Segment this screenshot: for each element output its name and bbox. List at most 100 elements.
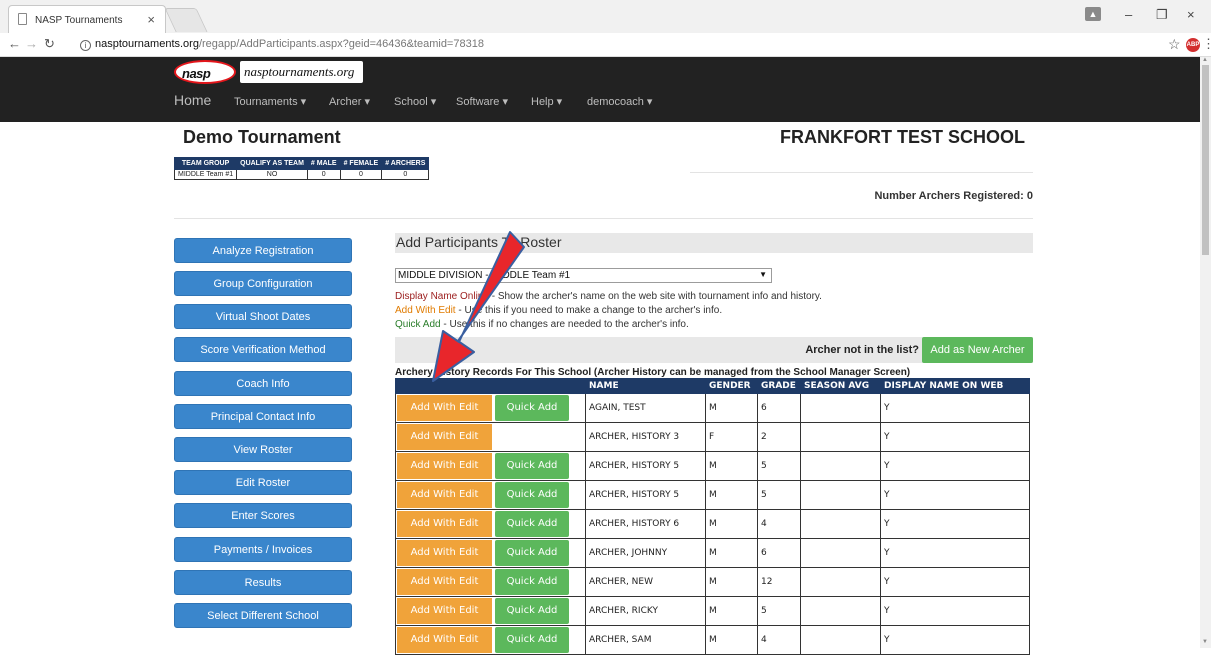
- nav-user[interactable]: democoach ▾: [587, 95, 652, 108]
- window-close-button[interactable]: ×: [1187, 7, 1195, 22]
- archer-display-name: Y: [880, 422, 1030, 452]
- col-header-actions: [395, 378, 586, 394]
- browser-menu-icon[interactable]: ⋮: [1202, 36, 1211, 52]
- table-row: Add With Edit Quick Add ARCHER, JOHNNY M 6 Y: [395, 538, 1030, 568]
- archer-name: ARCHER, HISTORY 5: [585, 451, 706, 481]
- quick-add-button[interactable]: Quick Add: [495, 569, 569, 595]
- archer-display-name: Y: [880, 567, 1030, 597]
- add-with-edit-button[interactable]: Add With Edit: [397, 482, 492, 508]
- table-row: Add With Edit Quick Add ARCHER, NEW M 12 Y: [395, 567, 1030, 597]
- archer-season-avg: [800, 451, 881, 481]
- nav-help[interactable]: Help ▾: [531, 95, 562, 108]
- archer-name: ARCHER, HISTORY 5: [585, 480, 706, 510]
- nav-software[interactable]: Software ▾: [456, 95, 508, 108]
- quick-add-button[interactable]: Quick Add: [495, 453, 569, 479]
- legend-quick-key: Quick Add: [395, 319, 441, 330]
- virtual-shoot-dates-button[interactable]: Virtual Shoot Dates: [174, 304, 352, 329]
- row-actions: Add With Edit Quick Add: [395, 480, 586, 510]
- select-different-school-button[interactable]: Select Different School: [174, 603, 352, 628]
- profile-icon[interactable]: ▲: [1085, 7, 1101, 21]
- address-bar[interactable]: i nasptournaments.org/regapp/AddParticipa…: [80, 35, 1155, 54]
- bookmark-star-icon[interactable]: ☆: [1168, 36, 1181, 53]
- add-with-edit-button[interactable]: Add With Edit: [397, 627, 492, 653]
- archer-season-avg: [800, 596, 881, 626]
- nav-tournaments[interactable]: Tournaments ▾: [234, 95, 306, 108]
- quick-add-button[interactable]: Quick Add: [495, 598, 569, 624]
- site-logo[interactable]: nasp nasptournaments.org: [174, 60, 364, 84]
- reload-icon[interactable]: ↻: [44, 36, 55, 52]
- add-with-edit-button[interactable]: Add With Edit: [397, 395, 492, 421]
- archer-grade: 6: [757, 393, 801, 423]
- archer-not-in-list-label: Archer not in the list?: [805, 344, 919, 356]
- new-tab-button[interactable]: [164, 8, 208, 32]
- add-with-edit-button[interactable]: Add With Edit: [397, 569, 492, 595]
- view-roster-button[interactable]: View Roster: [174, 437, 352, 462]
- add-with-edit-button[interactable]: Add With Edit: [397, 598, 492, 624]
- archer-grade: 2: [757, 422, 801, 452]
- scroll-up-icon[interactable]: ▲: [1202, 57, 1208, 63]
- group-configuration-button[interactable]: Group Configuration: [174, 271, 352, 296]
- archer-display-name: Y: [880, 509, 1030, 539]
- archer-name: ARCHER, HISTORY 6: [585, 509, 706, 539]
- archer-season-avg: [800, 509, 881, 539]
- edit-roster-button[interactable]: Edit Roster: [174, 470, 352, 495]
- coach-info-button[interactable]: Coach Info: [174, 371, 352, 396]
- info-icon[interactable]: i: [80, 40, 91, 51]
- row-actions: Add With Edit Quick Add: [395, 509, 586, 539]
- row-actions: Add With Edit Quick Add: [395, 451, 586, 481]
- table-row: Add With Edit Quick Add ARCHER, RICKY M 5 Y: [395, 596, 1030, 626]
- archers-registered-count: Number Archers Registered: 0: [874, 190, 1033, 202]
- payments-invoices-button[interactable]: Payments / Invoices: [174, 537, 352, 562]
- table-row: Add With Edit Quick Add ARCHER, HISTORY 6M…: [395, 509, 1030, 539]
- roster-group-select[interactable]: MIDDLE DIVISION - MIDDLE Team #1 ▼: [395, 268, 772, 283]
- archer-gender: M: [705, 567, 758, 597]
- browser-tabstrip: NASP Tournaments × ▲ – ❐ ×: [0, 0, 1211, 33]
- legend-quick-add: Quick Add - Use this if no changes are n…: [395, 319, 689, 330]
- enter-scores-button[interactable]: Enter Scores: [174, 503, 352, 528]
- window-minimize-button[interactable]: –: [1125, 7, 1132, 22]
- tab-close-icon[interactable]: ×: [147, 12, 155, 27]
- col-header-gender: GENDER: [705, 378, 758, 394]
- add-with-edit-button[interactable]: Add With Edit: [397, 424, 492, 450]
- browser-tab[interactable]: NASP Tournaments ×: [8, 5, 166, 33]
- back-arrow-icon[interactable]: ←: [8, 36, 21, 51]
- add-as-new-archer-button[interactable]: Add as New Archer: [922, 337, 1033, 363]
- quick-add-button[interactable]: Quick Add: [495, 627, 569, 653]
- archer-grade: 12: [757, 567, 801, 597]
- team-col-header: TEAM GROUP: [173, 157, 238, 170]
- nav-archer[interactable]: Archer ▾: [329, 95, 370, 108]
- add-with-edit-button[interactable]: Add With Edit: [397, 511, 492, 537]
- archer-grade: 4: [757, 509, 801, 539]
- analyze-registration-button[interactable]: Analyze Registration: [174, 238, 352, 263]
- results-button[interactable]: Results: [174, 570, 352, 595]
- archer-name: ARCHER, JOHNNY: [585, 538, 706, 568]
- archer-display-name: Y: [880, 596, 1030, 626]
- nav-school[interactable]: School ▾: [394, 95, 436, 108]
- table-row: Add With Edit Quick Add ARCHER, HISTORY 5M…: [395, 451, 1030, 481]
- quick-add-button[interactable]: Quick Add: [495, 540, 569, 566]
- archer-display-name: Y: [880, 393, 1030, 423]
- archer-history-table: NAME GENDER GRADE SEASON AVG DISPLAY NAM…: [395, 378, 1030, 655]
- url-path: /regapp/AddParticipants.aspx?geid=46436&…: [198, 38, 484, 50]
- quick-add-button[interactable]: Quick Add: [495, 511, 569, 537]
- archer-name: AGAIN, TEST: [585, 393, 706, 423]
- tab-title: NASP Tournaments: [35, 15, 123, 26]
- adblock-icon[interactable]: ABP: [1186, 38, 1200, 52]
- scroll-down-icon[interactable]: ▼: [1202, 639, 1208, 645]
- nasp-logo-mark: nasp: [174, 60, 236, 84]
- page-scrollbar[interactable]: ▲ ▼: [1200, 57, 1211, 648]
- scrollbar-thumb[interactable]: [1202, 65, 1209, 255]
- quick-add-button[interactable]: Quick Add: [495, 482, 569, 508]
- archer-gender: F: [705, 422, 758, 452]
- principal-contact-info-button[interactable]: Principal Contact Info: [174, 404, 352, 429]
- school-title: FRANKFORT TEST SCHOOL: [780, 127, 1025, 147]
- quick-add-button[interactable]: Quick Add: [495, 395, 569, 421]
- forward-arrow-icon[interactable]: →: [25, 36, 38, 51]
- score-verification-method-button[interactable]: Score Verification Method: [174, 337, 352, 362]
- nav-home[interactable]: Home: [174, 92, 211, 108]
- add-with-edit-button[interactable]: Add With Edit: [397, 540, 492, 566]
- site-header: nasp nasptournaments.org Home Tournament…: [0, 57, 1200, 122]
- row-actions: Add With Edit Quick Add: [395, 625, 586, 655]
- window-maximize-button[interactable]: ❐: [1156, 7, 1168, 23]
- add-with-edit-button[interactable]: Add With Edit: [397, 453, 492, 479]
